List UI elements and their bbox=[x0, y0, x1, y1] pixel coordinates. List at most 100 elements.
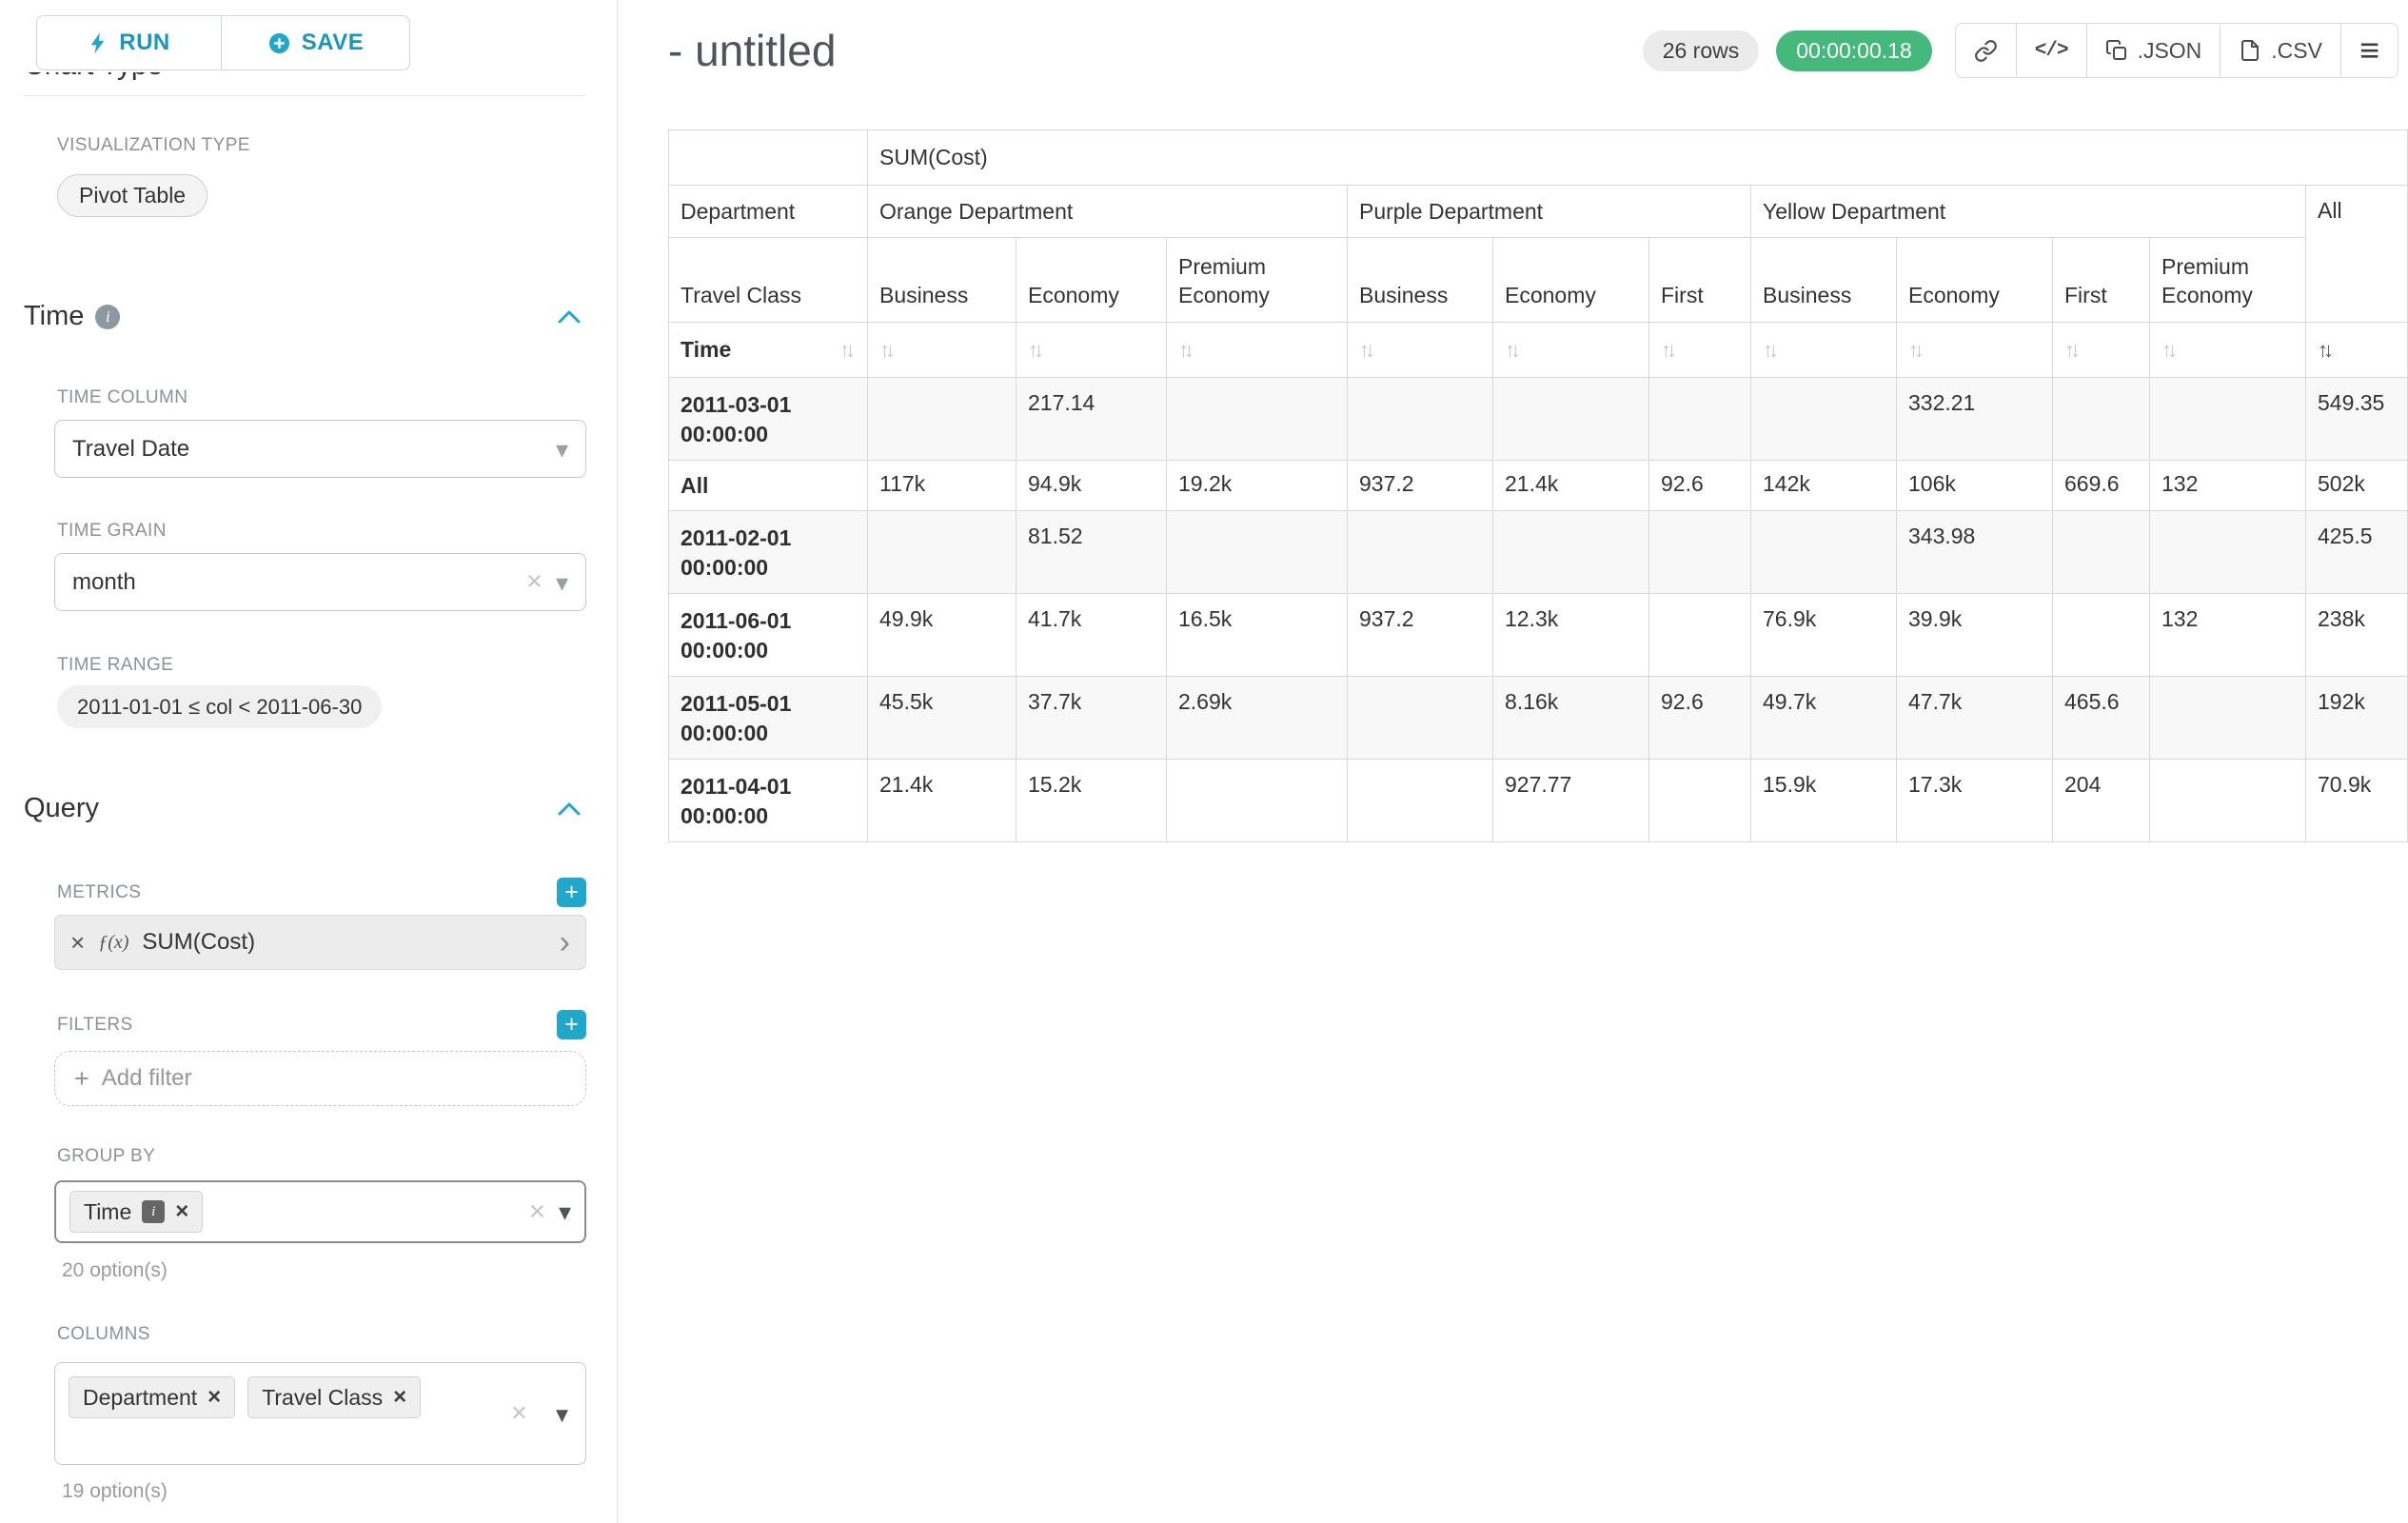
value-cell: 19.2k bbox=[1167, 461, 1348, 511]
sort-header-cell[interactable]: ↑↓ bbox=[1167, 323, 1348, 378]
value-cell bbox=[868, 511, 1016, 594]
metrics-label: METRICS bbox=[57, 882, 141, 903]
sort-header-cell[interactable]: ↑↓ bbox=[1493, 323, 1649, 378]
travel-class-header-cell: Business bbox=[1751, 238, 1897, 323]
export-csv-button[interactable]: .CSV bbox=[2220, 23, 2341, 78]
columns-select[interactable]: Department × Travel Class × × ▾ bbox=[54, 1362, 586, 1465]
time-column-select[interactable]: Travel Date ▾ bbox=[54, 420, 586, 478]
chevron-up-icon[interactable] bbox=[557, 801, 582, 817]
sort-header-cell[interactable]: ↑↓ bbox=[1649, 323, 1751, 378]
sort-icon[interactable]: ↑↓ bbox=[1661, 338, 1677, 362]
sort-icon[interactable]: ↑↓ bbox=[1908, 338, 1924, 362]
sort-icon[interactable]: ↑↓ bbox=[1359, 338, 1375, 362]
sort-icon[interactable]: ↑↓ bbox=[839, 338, 856, 363]
menu-button[interactable]: ≡ bbox=[2340, 23, 2398, 78]
sort-header-cell[interactable]: ↑↓ bbox=[1897, 323, 2053, 378]
chip-label: Department bbox=[83, 1385, 197, 1411]
sort-row: Time ↑↓ ↑↓ ↑↓ ↑↓ ↑↓ ↑↓ ↑↓ ↑↓ ↑↓ ↑↓ ↑↓ ↑↓ bbox=[669, 323, 2408, 378]
value-cell: 937.2 bbox=[1348, 594, 1493, 677]
run-button[interactable]: RUN bbox=[36, 15, 222, 70]
row-header-cell: 2011-02-01 00:00:00 bbox=[669, 511, 868, 594]
sort-icon[interactable]: ↑↓ bbox=[879, 338, 896, 362]
time-sort-cell[interactable]: Time ↑↓ bbox=[669, 323, 868, 378]
copy-link-button[interactable] bbox=[1955, 23, 2017, 78]
groupby-select[interactable]: Time i × × ▾ bbox=[54, 1180, 586, 1243]
time-section-title: Time bbox=[24, 301, 84, 332]
query-section-header[interactable]: Query bbox=[24, 793, 585, 824]
save-button[interactable]: SAVE bbox=[221, 15, 410, 70]
columns-chip-travel-class[interactable]: Travel Class × bbox=[247, 1376, 421, 1418]
value-cell: 549.35 bbox=[2306, 378, 2408, 461]
export-json-button[interactable]: .JSON bbox=[2086, 23, 2221, 78]
travel-class-header-cell: Business bbox=[868, 238, 1016, 323]
remove-icon[interactable]: × bbox=[393, 1386, 406, 1409]
travel-class-header-cell: Economy bbox=[1493, 238, 1649, 323]
sort-header-cell[interactable]: ↑↓ bbox=[1751, 323, 1897, 378]
sort-icon[interactable]: ↑↓ bbox=[2064, 338, 2081, 362]
row-header-cell: 2011-03-01 00:00:00 bbox=[669, 378, 868, 461]
sort-icon[interactable]: ↑↓ bbox=[1505, 338, 1521, 362]
sort-header-cell[interactable]: ↑↓ bbox=[868, 323, 1016, 378]
travel-class-header-cell: Premium Economy bbox=[2150, 238, 2306, 323]
groupby-label: GROUP BY bbox=[57, 1146, 585, 1167]
chevron-up-icon[interactable] bbox=[557, 309, 582, 325]
time-section-header[interactable]: Time i bbox=[24, 301, 585, 332]
metric-pill[interactable]: × ƒ(x) SUM(Cost) › bbox=[54, 915, 586, 970]
remove-metric-icon[interactable]: × bbox=[70, 930, 85, 955]
code-icon: </> bbox=[2035, 40, 2068, 62]
groupby-chip-time[interactable]: Time i × bbox=[69, 1191, 203, 1233]
remove-icon[interactable]: × bbox=[175, 1200, 188, 1223]
clear-icon[interactable]: × bbox=[511, 1400, 527, 1428]
value-cell bbox=[1751, 378, 1897, 461]
sort-icon[interactable]: ↑↓ bbox=[2318, 338, 2334, 362]
add-metric-button[interactable]: + bbox=[557, 878, 586, 907]
export-csv-label: .CSV bbox=[2271, 38, 2322, 64]
value-cell: 81.52 bbox=[1016, 511, 1167, 594]
travel-class-header-cell: First bbox=[1649, 238, 1751, 323]
value-cell: 49.9k bbox=[868, 594, 1016, 677]
column-info-icon[interactable]: i bbox=[142, 1200, 165, 1223]
pivot-body: 2011-03-01 00:00:00217.14332.21549.35All… bbox=[669, 378, 2408, 842]
sort-header-cell[interactable]: ↑↓ bbox=[1016, 323, 1167, 378]
sort-icon[interactable]: ↑↓ bbox=[2161, 338, 2178, 362]
remove-icon[interactable]: × bbox=[207, 1386, 221, 1409]
control-panel: Chart Type RUN SAVE VISUALIZATION TYPE P… bbox=[0, 0, 618, 1523]
time-grain-select[interactable]: month × ▾ bbox=[54, 553, 586, 611]
value-cell: 49.7k bbox=[1751, 677, 1897, 760]
fx-icon: ƒ(x) bbox=[98, 932, 128, 954]
travel-class-header-cell: First bbox=[2053, 238, 2150, 323]
value-cell: 425.5 bbox=[2306, 511, 2408, 594]
sort-header-cell[interactable]: ↑↓ bbox=[1348, 323, 1493, 378]
caret-right-icon[interactable]: › bbox=[560, 926, 570, 959]
pivot-data-row: 2011-06-01 00:00:0049.9k41.7k16.5k937.21… bbox=[669, 594, 2408, 677]
query-section-title: Query bbox=[24, 793, 99, 824]
value-cell: 45.5k bbox=[868, 677, 1016, 760]
sort-icon[interactable]: ↑↓ bbox=[1028, 338, 1044, 362]
time-grain-value: month bbox=[72, 569, 136, 596]
embed-code-button[interactable]: </> bbox=[2016, 23, 2087, 78]
value-cell: 937.2 bbox=[1348, 461, 1493, 511]
sort-header-cell[interactable]: ↑↓ bbox=[2053, 323, 2150, 378]
add-filter-control[interactable]: + Add filter bbox=[54, 1051, 586, 1106]
visualization-type-chip[interactable]: Pivot Table bbox=[57, 174, 207, 217]
add-filter-button[interactable]: + bbox=[557, 1010, 586, 1039]
columns-chip-department[interactable]: Department × bbox=[69, 1376, 235, 1418]
sort-header-cell[interactable]: ↑↓ bbox=[2150, 323, 2306, 378]
sort-header-cell[interactable]: ↑↓ bbox=[2306, 323, 2408, 378]
value-cell: 465.6 bbox=[2053, 677, 2150, 760]
time-range-chip[interactable]: 2011-01-01 ≤ col < 2011-06-30 bbox=[57, 685, 382, 728]
sort-icon[interactable]: ↑↓ bbox=[1763, 338, 1779, 362]
clear-icon[interactable]: × bbox=[526, 568, 543, 596]
value-cell bbox=[1649, 511, 1751, 594]
value-cell: 94.9k bbox=[1016, 461, 1167, 511]
export-button-group: </> .JSON .CSV ≡ bbox=[1955, 23, 2398, 78]
columns-chips: Department × Travel Class × bbox=[69, 1376, 421, 1418]
value-cell: 12.3k bbox=[1493, 594, 1649, 677]
travel-class-header-cell: Economy bbox=[1897, 238, 2053, 323]
value-cell: 21.4k bbox=[868, 760, 1016, 842]
sort-icon[interactable]: ↑↓ bbox=[1178, 338, 1194, 362]
clear-icon[interactable]: × bbox=[529, 1198, 545, 1226]
value-cell bbox=[1348, 677, 1493, 760]
copy-icon bbox=[2105, 39, 2128, 62]
value-cell: 669.6 bbox=[2053, 461, 2150, 511]
